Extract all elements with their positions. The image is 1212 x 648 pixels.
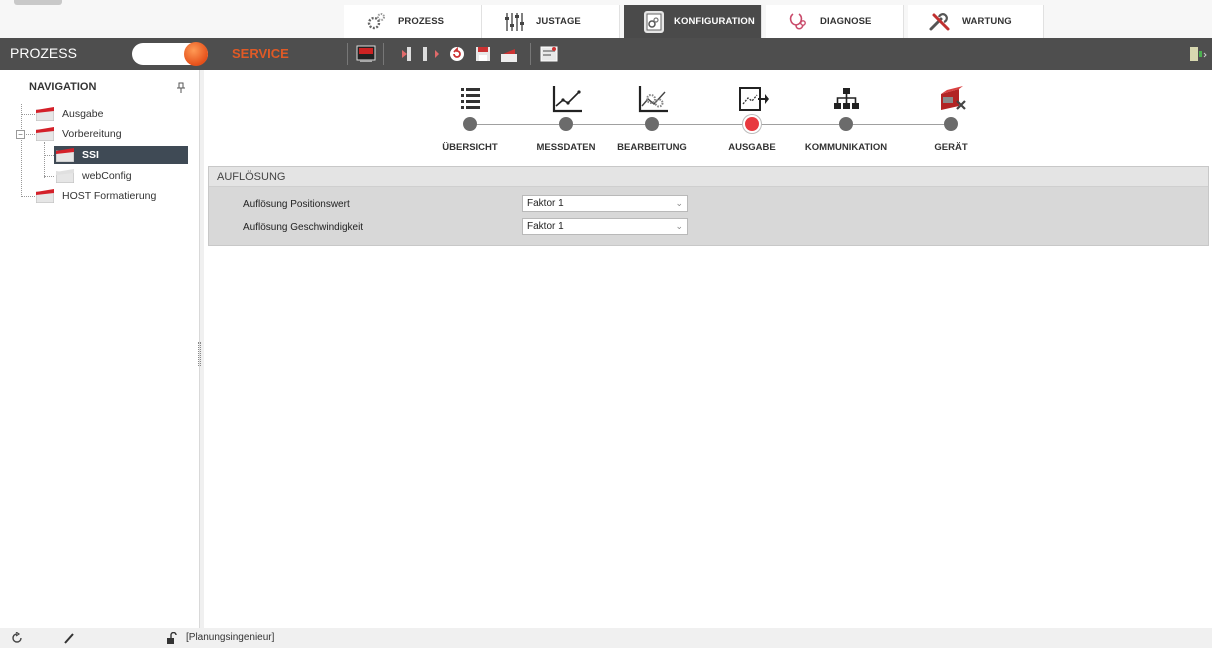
tab-label: KONFIGURATION bbox=[674, 16, 755, 27]
field-label: Auflösung Positionswert bbox=[243, 199, 350, 210]
unlock-icon[interactable] bbox=[164, 631, 178, 645]
main-toolbar: PROZESS SERVICE bbox=[0, 38, 1212, 70]
step-label: GERÄT bbox=[934, 142, 968, 153]
list-icon bbox=[461, 88, 480, 109]
step-dot[interactable] bbox=[839, 117, 853, 131]
folder-icon bbox=[56, 148, 74, 162]
toggle-knob[interactable] bbox=[184, 42, 208, 66]
tab-wartung[interactable]: WARTUNG bbox=[908, 5, 1044, 38]
device-icon bbox=[941, 86, 966, 110]
toolbar-separator bbox=[530, 43, 531, 65]
navigation-panel: NAVIGATION − Ausgabe Vorbereitung SSI we… bbox=[0, 70, 200, 628]
aufloesung-geschwindigkeit-select[interactable]: Faktor 1 ⌄ bbox=[522, 218, 688, 235]
top-tab-bar: PROZESS JUSTAGE KONFIGURATION DIAGNOSE W… bbox=[0, 0, 1212, 38]
nav-item-webconfig[interactable]: webConfig bbox=[56, 167, 132, 185]
aufloesung-section: AUFLÖSUNG Auflösung Positionswert Faktor… bbox=[208, 166, 1209, 246]
tree-line bbox=[44, 142, 45, 178]
section-title: AUFLÖSUNG bbox=[209, 167, 1208, 187]
tab-label: DIAGNOSE bbox=[820, 16, 872, 27]
user-role: [Planungsingenieur] bbox=[186, 632, 275, 643]
config-icon bbox=[644, 10, 664, 33]
erase-icon[interactable] bbox=[498, 43, 520, 65]
tree-line bbox=[44, 176, 54, 177]
folder-icon bbox=[36, 189, 54, 203]
chart-gears-icon bbox=[638, 86, 668, 113]
tab-label: JUSTAGE bbox=[536, 16, 581, 27]
edit-icon[interactable] bbox=[62, 631, 76, 645]
stethoscope-icon bbox=[786, 10, 810, 34]
nav-item-ausgabe[interactable]: Ausgabe bbox=[36, 105, 103, 123]
status-bar: [Planungsingenieur] bbox=[0, 628, 1212, 648]
field-label: Auflösung Geschwindigkeit bbox=[243, 222, 364, 233]
tools-icon bbox=[928, 10, 952, 34]
network-icon bbox=[834, 88, 859, 109]
step-connector bbox=[470, 124, 945, 125]
tab-konfiguration[interactable]: KONFIGURATION bbox=[624, 5, 762, 38]
logo bbox=[14, 0, 62, 5]
tab-label: PROZESS bbox=[398, 16, 445, 27]
tree-line bbox=[21, 196, 35, 197]
step-dot[interactable] bbox=[944, 117, 958, 131]
chevron-down-icon[interactable]: ⌄ bbox=[675, 219, 683, 234]
main-content: ÜBERSICHT MESSDATEN BEARBEITUNG AUSGABE … bbox=[204, 70, 1212, 628]
folder-icon bbox=[56, 169, 74, 183]
service-label: SERVICE bbox=[232, 46, 289, 61]
tree-line bbox=[44, 155, 54, 156]
pin-icon[interactable] bbox=[176, 82, 186, 94]
mode-toggle[interactable] bbox=[132, 42, 208, 66]
folder-icon bbox=[36, 107, 54, 121]
select-value: Faktor 1 bbox=[527, 198, 564, 209]
mode-label: PROZESS bbox=[10, 45, 77, 61]
panel-splitter[interactable] bbox=[198, 342, 201, 366]
save-icon[interactable] bbox=[472, 43, 494, 65]
step-label: KOMMUNIKATION bbox=[804, 142, 888, 153]
toolbar-separator bbox=[383, 43, 384, 65]
sliders-icon bbox=[502, 10, 526, 34]
gears-icon bbox=[364, 10, 388, 34]
nav-item-host-formatierung[interactable]: HOST Formatierung bbox=[36, 187, 156, 205]
nav-item-label: SSI bbox=[82, 149, 99, 161]
tree-line bbox=[21, 114, 35, 115]
tab-prozess[interactable]: PROZESS bbox=[344, 5, 482, 38]
tab-diagnose[interactable]: DIAGNOSE bbox=[766, 5, 904, 38]
nav-item-label: HOST Formatierung bbox=[62, 190, 157, 202]
nav-item-label: Ausgabe bbox=[62, 108, 104, 120]
nav-item-label: Vorbereitung bbox=[62, 128, 122, 140]
aufloesung-positionswert-select[interactable]: Faktor 1 ⌄ bbox=[522, 195, 688, 212]
toolbar-separator bbox=[347, 43, 348, 65]
upload-device-icon[interactable] bbox=[420, 43, 442, 65]
step-dot-active[interactable] bbox=[745, 117, 759, 131]
report-icon[interactable] bbox=[538, 43, 560, 65]
nav-item-vorbereitung[interactable]: Vorbereitung bbox=[36, 125, 122, 143]
nav-item-label: webConfig bbox=[82, 170, 132, 182]
step-dot[interactable] bbox=[645, 117, 659, 131]
tab-label: WARTUNG bbox=[962, 16, 1012, 27]
expand-toggle[interactable]: − bbox=[16, 130, 25, 139]
tab-justage[interactable]: JUSTAGE bbox=[482, 5, 620, 38]
tree-line bbox=[21, 104, 22, 195]
line-chart-icon bbox=[552, 86, 582, 113]
step-dot[interactable] bbox=[463, 117, 477, 131]
nav-item-ssi[interactable]: SSI bbox=[54, 146, 188, 164]
folder-icon bbox=[36, 127, 54, 141]
output-icon bbox=[739, 87, 769, 111]
select-value: Faktor 1 bbox=[527, 221, 564, 232]
download-device-icon[interactable] bbox=[392, 43, 414, 65]
device-status-icon[interactable] bbox=[1186, 43, 1208, 65]
step-dot[interactable] bbox=[559, 117, 573, 131]
refresh-icon[interactable] bbox=[10, 631, 24, 645]
display-icon[interactable] bbox=[355, 43, 377, 65]
reset-icon[interactable] bbox=[446, 43, 468, 65]
navigation-title: NAVIGATION bbox=[29, 81, 97, 93]
chevron-down-icon[interactable]: ⌄ bbox=[675, 196, 683, 211]
